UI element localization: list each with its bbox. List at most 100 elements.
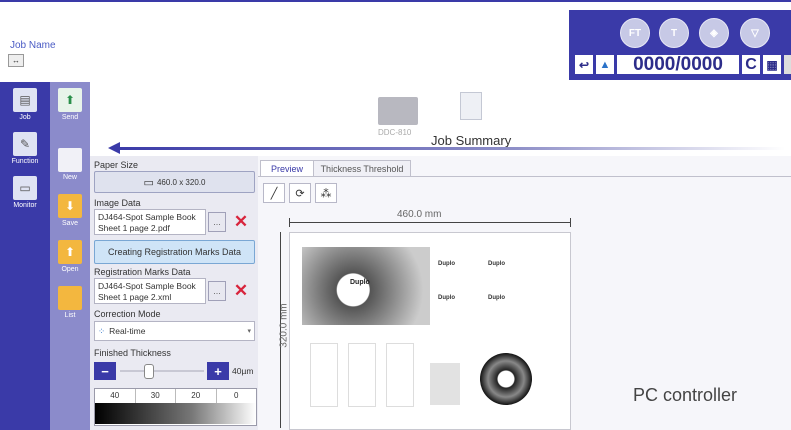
- width-dimension-label: 460.0 mm: [397, 209, 442, 220]
- rotate-tool-button[interactable]: ⟳: [289, 183, 311, 203]
- send-button[interactable]: ⬆ Send: [52, 88, 88, 121]
- registration-marks-field[interactable]: DJ464-Spot Sample Book Sheet 1 page 2.xm…: [94, 278, 206, 304]
- reg-marks-line1: DJ464-Spot Sample Book: [98, 281, 196, 291]
- machine-icon: [378, 97, 418, 125]
- open-folder-icon: ⬆: [58, 240, 82, 264]
- sidebar-item-job[interactable]: ▤ Job: [3, 88, 47, 121]
- return-button[interactable]: ↩: [575, 55, 593, 74]
- scale-label: 20: [176, 389, 217, 403]
- round-artwork: [480, 353, 532, 405]
- wrench-icon: ✎: [13, 132, 37, 156]
- create-registration-marks-button[interactable]: Creating Registration Marks Data: [94, 240, 255, 264]
- reg-marks-browse-button[interactable]: ...: [208, 281, 226, 301]
- page-title: Job Summary: [431, 133, 512, 148]
- plus-icon: +: [214, 363, 222, 379]
- new-label: New: [62, 174, 77, 181]
- monitor-icon: ▭: [13, 176, 37, 200]
- red-x-icon: ✕: [233, 212, 249, 231]
- keypad-button[interactable]: ▦: [763, 55, 781, 74]
- return-arrow-icon: ↩: [578, 57, 590, 72]
- thickness-slider-handle[interactable]: [144, 364, 154, 379]
- thickness-value: 40µm: [232, 366, 254, 376]
- sidebar-item-monitor[interactable]: ▭ Monitor: [3, 176, 47, 209]
- arrow-left-icon: [108, 142, 120, 154]
- reg-marks-delete-button[interactable]: ✕: [230, 281, 252, 301]
- thickness-scale: 40 30 20 0: [94, 388, 257, 426]
- save-button[interactable]: ⬇ Save: [52, 194, 88, 227]
- send-label: Send: [61, 114, 79, 121]
- pen-icon: ╱: [270, 187, 278, 200]
- triangle-icon: ▽: [751, 27, 759, 39]
- ft-button[interactable]: FT: [620, 18, 650, 48]
- tab-thickness-threshold[interactable]: Thickness Threshold: [313, 160, 411, 177]
- thickness-gradient-bar: [95, 403, 256, 424]
- thickness-decrease-button[interactable]: −: [94, 362, 116, 380]
- brand-label: Duplo: [438, 261, 455, 267]
- scale-label: 40: [95, 389, 136, 403]
- finished-thickness-label: Finished Thickness: [94, 348, 171, 358]
- list-button[interactable]: List: [52, 286, 88, 319]
- pc-controller-caption: PC controller: [633, 385, 738, 405]
- brand-label: Duplo: [350, 279, 370, 286]
- paper-size-button[interactable]: ▭ 460.0 x 320.0: [94, 171, 255, 193]
- open-button[interactable]: ⬆ Open: [52, 240, 88, 273]
- sidebar-item-label: Function: [11, 158, 39, 165]
- correction-mode-label: Correction Mode: [94, 309, 161, 319]
- image-data-field[interactable]: DJ464-Spot Sample Book Sheet 1 page 2.pd…: [94, 209, 206, 235]
- image-data-line2: Sheet 1 page 2.pdf: [98, 223, 170, 233]
- brand-label: Duplo: [488, 261, 505, 267]
- shield-button[interactable]: ▽: [740, 18, 770, 48]
- label-outline: [310, 343, 338, 407]
- dimension-tick: [570, 218, 571, 227]
- label-outline: [348, 343, 376, 407]
- image-data-label: Image Data: [94, 198, 141, 208]
- summary-document-icon: [460, 92, 482, 120]
- upload-icon: ⬆: [58, 88, 82, 112]
- image-browse-button[interactable]: ...: [208, 212, 226, 232]
- t-button[interactable]: T: [659, 18, 689, 48]
- image-data-line1: DJ464-Spot Sample Book: [98, 212, 196, 222]
- new-document-icon: [58, 148, 82, 172]
- dimension-tick: [289, 218, 290, 227]
- artwork-image: [302, 247, 430, 325]
- list-label: List: [64, 312, 76, 319]
- machine-label: DDC-810: [378, 128, 412, 137]
- new-button[interactable]: New: [52, 148, 88, 181]
- sidebar-item-label: Job: [19, 114, 31, 121]
- flow-arrow-line: [115, 147, 785, 150]
- dots-tool-button[interactable]: ⁂: [315, 183, 337, 203]
- clear-button[interactable]: C: [742, 55, 760, 74]
- chevron-down-icon: ▾: [247, 327, 251, 335]
- image-delete-button[interactable]: ✕: [230, 212, 252, 232]
- dots-icon: ⁂: [320, 187, 332, 200]
- correction-mode-value: Real-time: [109, 325, 146, 336]
- reg-marks-line2: Sheet 1 page 2.xml: [98, 292, 172, 302]
- brand-label: Duplo: [488, 295, 505, 301]
- correction-mode-select[interactable]: ⁘ Real-time ▾: [94, 321, 255, 341]
- pattern-block: [430, 363, 460, 405]
- sheet-preview[interactable]: Duplo Duplo Duplo Duplo Duplo: [289, 232, 571, 430]
- warning-button[interactable]: ▲: [596, 55, 614, 74]
- tab-preview[interactable]: Preview: [260, 160, 314, 177]
- realtime-icon: ⁘: [98, 325, 106, 336]
- diamond-icon: ◈: [710, 27, 718, 39]
- diamond-button[interactable]: ◈: [699, 18, 729, 48]
- registration-marks-label: Registration Marks Data: [94, 267, 191, 277]
- sheet-counter: 0000/0000: [617, 54, 739, 75]
- draw-tool-button[interactable]: ╱: [263, 183, 285, 203]
- document-icon: ▤: [13, 88, 37, 112]
- paper-size-value: 460.0 x 320.0: [156, 177, 206, 187]
- thickness-slider-track[interactable]: [120, 370, 204, 372]
- sidebar-item-function[interactable]: ✎ Function: [3, 132, 47, 165]
- rotate-icon: ⟳: [295, 187, 305, 200]
- save-label: Save: [62, 220, 78, 227]
- brand-label: Duplo: [438, 295, 455, 301]
- swap-arrows-icon[interactable]: ↔: [8, 54, 24, 67]
- red-x-icon: ✕: [233, 281, 249, 300]
- width-dimension-line: [289, 222, 571, 223]
- paper-stack-icon: ▭: [143, 176, 154, 189]
- open-label: Open: [61, 266, 79, 273]
- scale-label: 0: [234, 391, 239, 400]
- thickness-increase-button[interactable]: +: [207, 362, 229, 380]
- extra-button[interactable]: [784, 55, 791, 74]
